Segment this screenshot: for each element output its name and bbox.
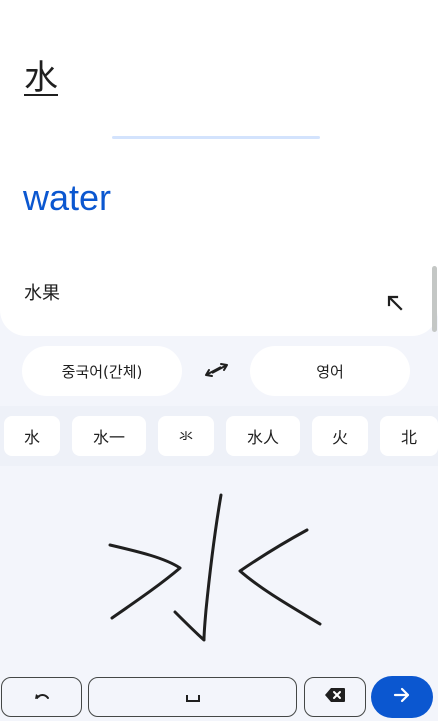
backspace-button[interactable] — [304, 677, 366, 717]
target-language-label: 영어 — [316, 362, 344, 381]
scrollbar[interactable] — [432, 266, 437, 332]
candidate-item[interactable]: 北 — [380, 416, 438, 456]
candidate-item[interactable]: 水人 — [226, 416, 300, 456]
result-divider — [112, 136, 320, 139]
suggestion-item[interactable]: 水果 — [24, 282, 60, 306]
source-language-label: 중국어(간체) — [61, 362, 143, 381]
arrow-up-left-icon — [386, 294, 404, 316]
candidate-item[interactable]: 火 — [312, 416, 368, 456]
undo-button[interactable] — [1, 677, 82, 717]
backspace-icon — [324, 687, 346, 707]
translation-result-card: 水 water 水果 — [0, 0, 438, 336]
handwriting-strokes — [108, 493, 322, 642]
source-text[interactable]: 水 — [24, 56, 58, 100]
source-language-button[interactable]: 중국어(간체) — [22, 346, 182, 396]
candidate-strip — [0, 406, 438, 466]
space-button[interactable] — [88, 677, 297, 717]
space-icon — [185, 688, 201, 707]
arrow-right-icon — [392, 687, 412, 707]
swap-icon — [202, 359, 230, 385]
enter-button[interactable] — [371, 676, 433, 718]
candidate-item[interactable]: 水 — [4, 416, 60, 456]
candidate-item[interactable]: 氺 — [158, 416, 214, 456]
undo-icon — [32, 688, 52, 707]
target-language-button[interactable]: 영어 — [250, 346, 410, 396]
translation-text[interactable]: water — [23, 176, 111, 220]
handwriting-canvas[interactable] — [0, 466, 438, 672]
expand-button[interactable] — [380, 290, 410, 320]
candidate-item[interactable]: 水一 — [72, 416, 146, 456]
swap-languages-button[interactable] — [198, 357, 234, 387]
